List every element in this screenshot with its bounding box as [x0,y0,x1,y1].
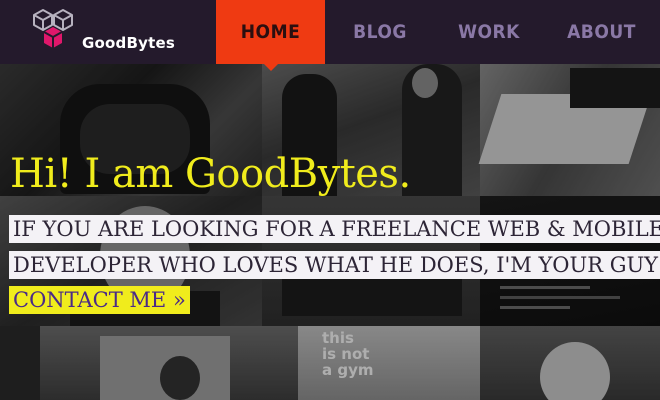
nav-home[interactable]: HOME [216,0,325,71]
three-cubes-logo-icon [33,9,73,48]
main-nav: HOME BLOG WORK ABOUT [216,0,660,71]
site-header: GoodBytes HOME BLOG WORK ABOUT [0,0,660,71]
hero-tagline-line-2: DEVELOPER WHO LOVES WHAT HE DOES, I'M YO… [9,251,660,279]
nav-about[interactable]: ABOUT [543,0,660,64]
brand-logo[interactable]: GoodBytes [30,6,180,58]
nav-work[interactable]: WORK [435,0,543,64]
hero-title: Hi! I am GoodBytes. [10,151,411,197]
hero-tagline-line-1: IF YOU ARE LOOKING FOR A FREELANCE WEB &… [9,215,660,243]
contact-me-link[interactable]: CONTACT ME » [9,286,190,314]
brand-name: GoodBytes [82,34,175,52]
nav-blog[interactable]: BLOG [325,0,435,64]
